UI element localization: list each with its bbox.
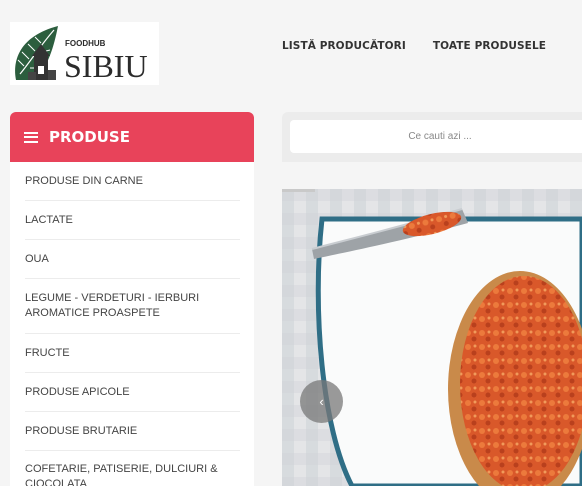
sidebar-header[interactable]: PRODUSE (10, 112, 254, 162)
category-item[interactable]: FRUCTE (25, 334, 240, 373)
category-item[interactable]: PRODUSE BRUTARIE (25, 412, 240, 451)
category-item[interactable]: LEGUME - VERDETURI - IERBURI AROMATICE P… (25, 279, 240, 334)
search-bar (282, 112, 582, 162)
nav-all-products[interactable]: TOATE PRODUSELE (433, 40, 546, 52)
sidebar-title: PRODUSE (49, 128, 130, 146)
hero-image (282, 189, 582, 486)
menu-icon (24, 131, 38, 143)
logo[interactable]: FOODHUB SIBIU (10, 22, 159, 85)
category-item[interactable]: PRODUSE APICOLE (25, 373, 240, 412)
carousel-progress (282, 189, 315, 192)
hero-carousel[interactable] (282, 189, 582, 486)
chevron-left-icon: ‹ (319, 394, 324, 409)
category-item[interactable]: COFETARIE, PATISERIE, DULCIURI & CIOCOLA… (25, 451, 240, 486)
category-item[interactable]: PRODUSE DIN CARNE (25, 162, 240, 201)
category-item[interactable]: OUA (25, 240, 240, 279)
logo-graphic: FOODHUB SIBIU (15, 26, 148, 84)
nav-producers[interactable]: LISTĂ PRODUCĂTORI (282, 40, 406, 52)
search-input[interactable] (290, 120, 582, 153)
carousel-prev-button[interactable]: ‹ (300, 380, 343, 423)
main-nav: LISTĂ PRODUCĂTORI TOATE PRODUSELE (282, 40, 546, 52)
category-list: PRODUSE DIN CARNE LACTATE OUA LEGUME - V… (10, 162, 254, 486)
logo-small-text: FOODHUB (65, 39, 106, 48)
logo-big-text: SIBIU (64, 48, 148, 84)
category-item[interactable]: LACTATE (25, 201, 240, 240)
